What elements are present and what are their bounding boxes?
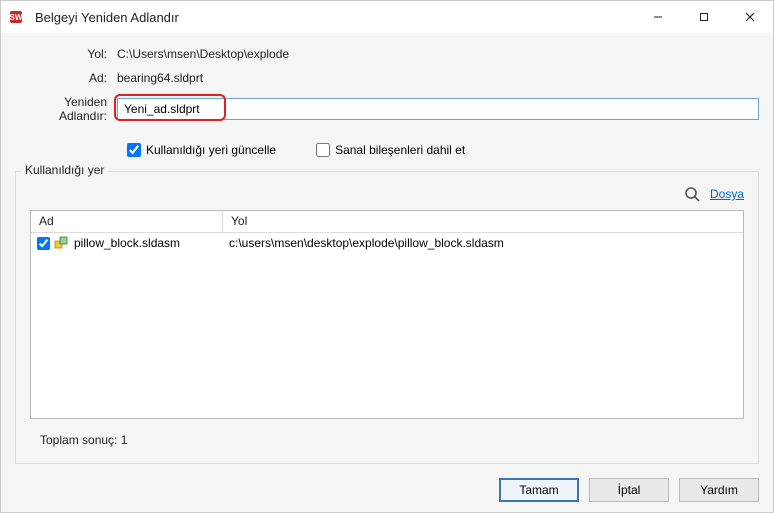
minimize-button[interactable] [635, 1, 681, 33]
total-row: Toplam sonuç: 1 [40, 433, 744, 447]
name-row: Ad: bearing64.sldprt [15, 71, 759, 85]
update-used-checkbox[interactable] [127, 143, 141, 157]
checkbox-row: Kullanıldığı yeri güncelle Sanal bileşen… [127, 143, 759, 157]
total-label: Toplam sonuç: [40, 433, 117, 447]
solidworks-icon: SW [9, 8, 27, 26]
dialog-buttons: Tamam İptal Yardım [1, 472, 773, 512]
dialog-window: SW Belgeyi Yeniden Adlandır Yol: C:\User… [0, 0, 774, 513]
path-label: Yol: [15, 47, 117, 61]
usage-fieldset-inner: Dosya Ad Yol [15, 171, 759, 464]
name-label: Ad: [15, 71, 117, 85]
window-controls [635, 1, 773, 33]
header-path[interactable]: Yol [223, 211, 743, 232]
help-button[interactable]: Yardım [679, 478, 759, 502]
ok-button[interactable]: Tamam [499, 478, 579, 502]
dialog-content: Yol: C:\Users\msen\Desktop\explode Ad: b… [1, 33, 773, 472]
row-name-cell: pillow_block.sldasm [31, 234, 223, 252]
include-virtual-checkbox-group[interactable]: Sanal bileşenleri dahil et [316, 143, 465, 157]
assembly-icon [54, 235, 70, 251]
table-header: Ad Yol [31, 211, 743, 233]
row-name: pillow_block.sldasm [74, 236, 180, 250]
titlebar: SW Belgeyi Yeniden Adlandır [1, 1, 773, 33]
header-name[interactable]: Ad [31, 211, 223, 232]
row-checkbox[interactable] [37, 237, 50, 250]
svg-text:SW: SW [10, 13, 23, 22]
search-row: Dosya [30, 182, 744, 206]
maximize-button[interactable] [681, 1, 727, 33]
rename-input-wrap [117, 98, 759, 120]
usage-table: Ad Yol [30, 210, 744, 419]
usage-fieldset: Kullanıldığı yer Dosya Ad Yol [15, 171, 759, 464]
window-title: Belgeyi Yeniden Adlandır [35, 10, 635, 25]
table-row[interactable]: pillow_block.sldasm c:\users\msen\deskto… [31, 233, 743, 253]
row-path: c:\users\msen\desktop\explode\pillow_blo… [223, 235, 743, 251]
total-count: 1 [121, 433, 128, 447]
update-used-label: Kullanıldığı yeri güncelle [146, 143, 276, 157]
table-body: pillow_block.sldasm c:\users\msen\deskto… [31, 233, 743, 418]
close-button[interactable] [727, 1, 773, 33]
cancel-button[interactable]: İptal [589, 478, 669, 502]
file-link[interactable]: Dosya [710, 187, 744, 201]
path-row: Yol: C:\Users\msen\Desktop\explode [15, 47, 759, 61]
include-virtual-label: Sanal bileşenleri dahil et [335, 143, 465, 157]
path-value: C:\Users\msen\Desktop\explode [117, 47, 289, 61]
rename-label: Yeniden Adlandır: [15, 95, 117, 123]
rename-row: Yeniden Adlandır: [15, 95, 759, 123]
include-virtual-checkbox[interactable] [316, 143, 330, 157]
name-value: bearing64.sldprt [117, 71, 203, 85]
update-used-checkbox-group[interactable]: Kullanıldığı yeri güncelle [127, 143, 276, 157]
usage-legend: Kullanıldığı yer [21, 163, 108, 177]
rename-input[interactable] [117, 98, 759, 120]
search-icon[interactable] [682, 184, 702, 204]
